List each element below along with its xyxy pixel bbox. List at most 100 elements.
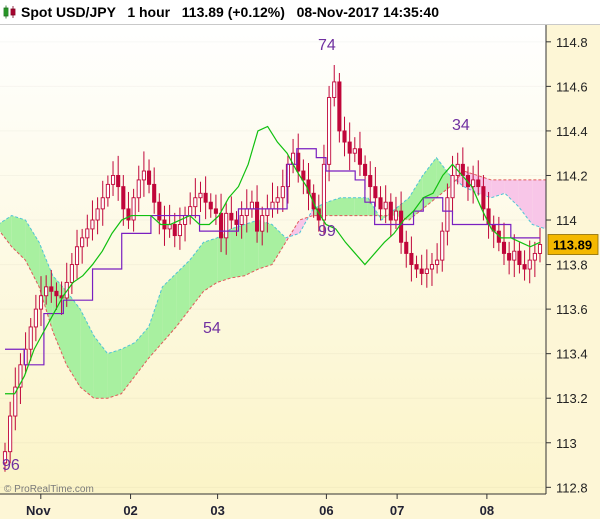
- candle-body: [110, 175, 116, 185]
- candle-body: [275, 197, 280, 203]
- swing-annotation: 99: [318, 223, 336, 240]
- x-axis-background: [0, 494, 600, 519]
- candle-body: [388, 201, 393, 221]
- candle-body: [85, 228, 90, 239]
- candle-body: [28, 326, 33, 350]
- price-chart[interactable]: 96 54 74 99 34 114.8 114.6 114.4 114.2 114 113.8 1…: [0, 0, 600, 519]
- candle-body: [460, 163, 465, 176]
- candle-body: [44, 286, 49, 297]
- chart-title: Spot USD/JPY 1 hour 113.89 (+0.12%) 08-N…: [21, 4, 439, 20]
- candle-body: [136, 179, 141, 199]
- candle-body: [152, 183, 157, 203]
- y-tick-label: 114.6: [556, 79, 588, 94]
- x-tick-label: 02: [123, 503, 137, 518]
- swing-annotation: 74: [318, 37, 336, 54]
- candle-body: [404, 241, 409, 254]
- candle-body: [347, 141, 352, 154]
- candle-body: [8, 415, 13, 453]
- candle-body: [393, 210, 399, 221]
- candle-body: [116, 175, 121, 188]
- candle-body: [95, 208, 100, 221]
- candle-body: [280, 186, 285, 199]
- candle-body: [501, 241, 507, 254]
- candle-body: [203, 192, 208, 203]
- candle-body: [342, 130, 347, 143]
- candle-body: [399, 210, 404, 243]
- candle-body: [172, 224, 177, 237]
- y-tick-label: 113.4: [556, 347, 588, 362]
- candle-body: [265, 208, 270, 217]
- swing-annotation: 96: [2, 457, 20, 474]
- candle-body: [429, 264, 435, 270]
- candle-body: [208, 201, 213, 210]
- candle-body: [409, 252, 414, 266]
- candle-body: [450, 175, 455, 199]
- candle-body: [517, 250, 522, 266]
- candle-body: [321, 163, 326, 221]
- candle-body: [198, 192, 203, 199]
- candle-body: [38, 295, 44, 310]
- candle-body: [260, 215, 265, 232]
- y-tick-label: 113.8: [556, 258, 588, 273]
- chart-header: Spot USD/JPY 1 hour 113.89 (+0.12%) 08-N…: [0, 0, 600, 25]
- candle-body: [352, 148, 357, 154]
- candle-body: [337, 81, 342, 132]
- candle-body: [188, 206, 193, 217]
- cloud-bearish-segment: [532, 179, 546, 229]
- candle-body: [373, 186, 378, 199]
- candle-body: [224, 212, 229, 239]
- candle-body: [234, 219, 239, 225]
- last-price-label: 113.89: [553, 238, 592, 253]
- candle-body: [244, 208, 249, 217]
- candle-body: [157, 201, 162, 221]
- candle-body: [131, 197, 136, 221]
- candle-body: [378, 197, 383, 210]
- candle-body: [532, 252, 537, 261]
- candle-body: [105, 183, 110, 199]
- candle-body: [33, 308, 38, 328]
- candle-body: [445, 197, 450, 232]
- candle-body: [327, 97, 332, 165]
- candle-body: [419, 268, 424, 274]
- y-tick-label: 113.2: [556, 391, 588, 406]
- candle-body: [126, 208, 131, 221]
- x-tick-label: 06: [319, 503, 333, 518]
- candle-body: [167, 224, 172, 230]
- candle-body: [80, 237, 85, 248]
- y-tick-label: 114: [556, 213, 577, 228]
- candle-body: [332, 81, 337, 98]
- candle-body: [121, 186, 126, 210]
- candle-body: [476, 179, 481, 188]
- candle-body: [54, 290, 59, 297]
- y-tick-label: 114.2: [556, 168, 588, 183]
- candle-body: [177, 224, 182, 237]
- y-tick-label: 113.6: [556, 302, 588, 317]
- candle-body: [507, 252, 512, 261]
- candle-body: [424, 268, 429, 274]
- chart-window: 96 54 74 99 34 114.8 114.6 114.4 114.2 114 113.8 1…: [0, 0, 600, 519]
- swing-annotation: 54: [203, 320, 221, 337]
- candle-body: [368, 175, 373, 188]
- x-tick-label: 07: [390, 503, 404, 518]
- candle-body: [414, 264, 419, 270]
- cloud-bullish-segment: [340, 197, 355, 216]
- candlestick-chart-icon[interactable]: [3, 5, 17, 19]
- y-tick-label: 112.8: [556, 480, 588, 495]
- cloud-bullish-segment: [354, 197, 368, 216]
- candle-body: [363, 163, 368, 176]
- candle-body: [383, 201, 388, 210]
- candle-body: [141, 170, 146, 181]
- swing-annotation: 34: [452, 117, 470, 134]
- candle-body: [219, 212, 224, 239]
- candle-body: [193, 197, 198, 208]
- candle-body: [440, 230, 445, 261]
- x-tick-label: 08: [480, 503, 494, 518]
- candle-body: [527, 259, 532, 270]
- y-tick-label: 114.8: [556, 35, 588, 50]
- watermark: © ProRealTime.com: [4, 484, 94, 495]
- candle-body: [481, 186, 486, 210]
- candle-body: [249, 201, 254, 210]
- candle-body: [270, 201, 275, 210]
- candle-body: [471, 179, 476, 188]
- candle-body: [146, 170, 152, 185]
